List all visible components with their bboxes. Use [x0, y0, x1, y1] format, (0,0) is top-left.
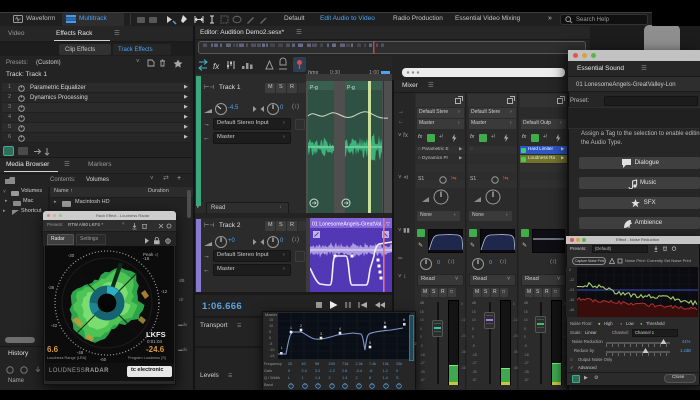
- svg-text:6: 6: [384, 321, 386, 325]
- svg-text:2: 2: [300, 324, 302, 328]
- svg-text:P-g: P-g: [347, 85, 355, 91]
- svg-text:-42: -42: [51, 323, 58, 328]
- svg-text:5: 5: [369, 341, 371, 345]
- svg-text:-12: -12: [161, 289, 168, 294]
- svg-text:Peak ◁: Peak ◁: [143, 252, 159, 257]
- svg-text:01 LonesomeAngels-GreatVal...: 01 LonesomeAngels-GreatVal...: [312, 222, 385, 228]
- svg-text:-30: -30: [68, 253, 75, 258]
- svg-text:L: L: [281, 346, 283, 350]
- svg-text:-60: -60: [100, 357, 107, 362]
- svg-text:fx: fx: [213, 62, 220, 71]
- svg-text:P-g: P-g: [310, 85, 318, 91]
- svg-text:▽: ▽: [386, 222, 390, 228]
- svg-text:-48: -48: [77, 350, 84, 355]
- svg-text:3: 3: [320, 332, 322, 336]
- svg-text:1: 1: [290, 326, 292, 330]
- svg-text:-36: -36: [48, 285, 55, 290]
- svg-text:4: 4: [339, 327, 341, 331]
